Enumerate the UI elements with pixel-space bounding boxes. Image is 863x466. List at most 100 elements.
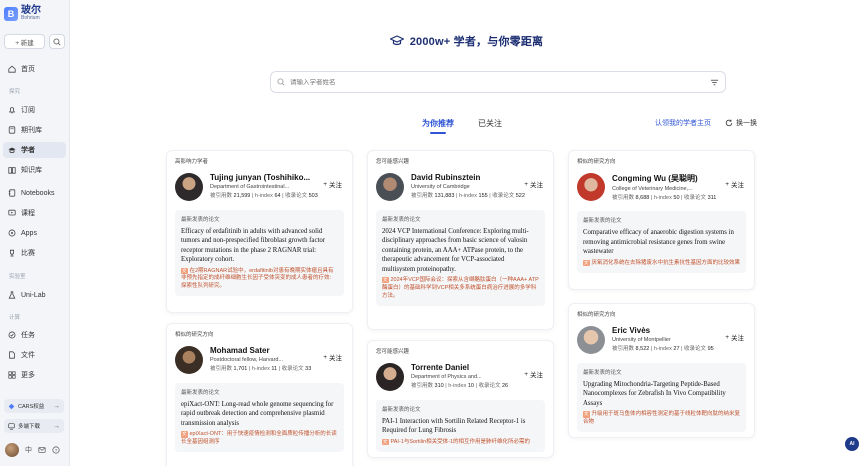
scholar-avatar[interactable] <box>175 173 203 201</box>
scholar-card[interactable]: 您可能感兴趣 Torrente Daniel Department of Phy… <box>367 340 554 458</box>
language-switch[interactable]: 中 <box>25 445 32 455</box>
knowledge-icon <box>8 167 16 174</box>
task-icon <box>8 331 16 339</box>
scholar-affiliation: Postdoctoral fellow, Harvard... <box>210 357 284 363</box>
paper-title: Efficacy of erdafitinib in adults with a… <box>181 228 326 264</box>
latest-paper[interactable]: 最新发表的论文 Upgrading Mitochondria-Targeting… <box>577 363 746 433</box>
ai-assistant-button[interactable]: AI <box>845 437 859 451</box>
sidebar-item-competitions[interactable]: 比赛 <box>3 245 66 261</box>
scholar-name[interactable]: Torrente Daniel <box>411 363 513 372</box>
refresh-icon <box>725 119 733 127</box>
sidebar-item-unilab[interactable]: Uni-Lab <box>3 287 66 303</box>
home-icon <box>8 65 16 73</box>
follow-button[interactable]: + 关注 <box>524 369 543 380</box>
course-icon <box>8 209 16 216</box>
follow-button[interactable]: + 关注 <box>323 352 342 363</box>
scholar-stats: 被引用数 1,701 | h-index 11 | 收录论文 33 <box>210 366 312 372</box>
latest-paper[interactable]: 最新发表的论文 PAI-1 Interaction with Sortilin … <box>376 400 545 452</box>
paper-summary: 文升级用于斑马鱼体内相容性测定的基于线粒体靶向肽的纳米复合物 <box>583 411 741 426</box>
card-tag: 相似的研究方向 <box>175 332 214 338</box>
scholar-affiliation: University of Montpellier <box>612 337 671 343</box>
scholar-avatar[interactable] <box>376 173 404 201</box>
scholar-avatar[interactable] <box>175 346 203 374</box>
sidebar-item-scholars[interactable]: 学者 <box>3 142 66 158</box>
mail-icon[interactable] <box>38 446 46 454</box>
latest-paper[interactable]: 最新发表的论文 epiXact-ONT: Long-read whole gen… <box>175 383 344 453</box>
trophy-icon <box>10 249 14 257</box>
follow-button[interactable]: + 关注 <box>725 332 744 343</box>
follow-button[interactable]: + 关注 <box>725 179 744 190</box>
scholar-name[interactable]: Tujing junyan (Toshihiko... <box>210 173 312 182</box>
brand-logo[interactable]: B 玻尔 Bohrium <box>4 6 41 21</box>
tab-recommended[interactable]: 为你推荐 <box>422 118 454 134</box>
scholar-card[interactable]: 相似的研究方向 Mohamad Sater Postdoctoral fello… <box>166 323 353 466</box>
sidebar-item-files[interactable]: 文件 <box>3 347 66 363</box>
scholar-card[interactable]: 高影响力学者 Tujing junyan (Toshihiko... Depar… <box>166 150 353 313</box>
sidebar-item-journals[interactable]: 期刊库 <box>3 122 66 138</box>
sidebar-item-more[interactable]: 更多 <box>3 367 66 383</box>
paper-summary: 文 2024年VCP国际会议：探索从含缬酪肽蛋白（一种AAA+ ATP酶蛋白）的基… <box>382 276 539 299</box>
more-icon <box>8 371 16 379</box>
app-window: B 玻尔 Bohrium + 新建 首页 探究 订阅 期刊库 学者 知识库 No… <box>0 0 863 466</box>
sidebar: B 玻尔 Bohrium + 新建 首页 探究 订阅 期刊库 学者 知识库 No… <box>0 0 70 466</box>
help-icon[interactable]: ? <box>52 446 60 454</box>
scholar-avatar[interactable] <box>376 363 404 391</box>
sidebar-section-lab: 实验室 <box>9 274 26 280</box>
sidebar-item-label: 课程 <box>21 210 35 217</box>
new-button[interactable]: + 新建 <box>4 34 45 49</box>
scholar-search-input[interactable] <box>290 78 705 86</box>
scholar-stats: 被引用数 8,688 | h-index 50 | 收录论文 311 <box>612 195 717 201</box>
sidebar-item-label: 知识库 <box>21 167 42 174</box>
refresh-button[interactable]: 换一换 <box>725 118 757 128</box>
filter-icon[interactable] <box>710 78 719 87</box>
latest-paper[interactable]: 最新发表的论文 2024 VCP International Conferenc… <box>376 210 545 306</box>
sidebar-item-label: 首页 <box>21 66 35 73</box>
scholar-card[interactable]: 相似的研究方向 Eric Vivès University of Montpel… <box>568 303 755 438</box>
sidebar-item-tasks[interactable]: 任务 <box>3 327 66 343</box>
multi-device-download-button[interactable]: 多端下载 → <box>4 419 64 433</box>
translate-icon: 文 <box>181 267 188 275</box>
sidebar-item-courses[interactable]: 课程 <box>3 205 66 221</box>
follow-button[interactable]: + 关注 <box>323 179 342 190</box>
scholar-icon <box>8 147 16 153</box>
scholar-name[interactable]: Mohamad Sater <box>210 346 312 355</box>
follow-button[interactable]: + 关注 <box>524 179 543 190</box>
arrow-right-icon: → <box>53 422 60 430</box>
sidebar-item-label: 文件 <box>21 352 35 359</box>
scholar-avatar[interactable] <box>577 173 605 201</box>
cars-benefits-button[interactable]: CARS权益 → <box>4 399 64 413</box>
scholar-name[interactable]: Congming Wu (吴聪明) <box>612 173 714 184</box>
sidebar-item-subscribe[interactable]: 订阅 <box>3 102 66 118</box>
scholar-tabs: 为你推荐 已关注 <box>422 118 502 134</box>
scholar-stats: 被引用数 21,599 | h-index 64 | 收录论文 503 <box>210 193 318 199</box>
scholar-card[interactable]: 相似的研究方向 Congming Wu (吴聪明) College of Vet… <box>568 150 755 290</box>
user-avatar[interactable] <box>5 443 19 457</box>
latest-paper[interactable]: 最新发表的论文 Comparative efficacy of anaerobi… <box>577 211 746 273</box>
translate-icon: 文 <box>583 411 590 418</box>
notebook-icon <box>8 189 16 197</box>
scholar-card[interactable]: 您可能感兴趣 David Rubinsztein University of C… <box>367 150 554 330</box>
latest-paper[interactable]: 最新发表的论文 Efficacy of erdafitinib in adult… <box>175 210 344 297</box>
sidebar-item-label: 更多 <box>21 372 35 379</box>
search-icon <box>53 37 61 46</box>
sidebar-bottom-bar: 中 ? <box>5 443 60 457</box>
page-title: 2000w+ 学者，与你零距离 <box>409 36 544 48</box>
claim-profile-link[interactable]: 认领我的学者主页 <box>655 118 711 128</box>
tab-following[interactable]: 已关注 <box>478 118 502 129</box>
paper-title: Comparative efficacy of anaerobic digest… <box>583 229 734 256</box>
scholar-avatar[interactable] <box>577 326 605 354</box>
sidebar-item-knowledge[interactable]: 知识库 <box>3 162 66 178</box>
sidebar-item-label: 订阅 <box>21 107 35 114</box>
paper-summary: 文厌氧消化系统在去除猪废水中抗生素抗性基因方面的比较效果 <box>583 259 741 267</box>
sidebar-item-label: 学者 <box>21 147 35 154</box>
sidebar-item-home[interactable]: 首页 <box>3 61 66 77</box>
scholar-name[interactable]: Eric Vivès <box>612 326 714 335</box>
brand-name-en: Bohrium <box>21 15 40 21</box>
scholar-name[interactable]: David Rubinsztein <box>411 173 513 182</box>
sidebar-search-button[interactable] <box>49 34 65 49</box>
plus-icon: + <box>323 180 327 188</box>
sidebar-item-apps[interactable]: Apps <box>3 225 66 241</box>
sidebar-item-notebooks[interactable]: Notebooks <box>3 185 66 201</box>
paper-summary: 文 PAI-1与Sortilin相关受体-1的相互作用是肺纤维化所必需的 <box>382 438 531 446</box>
paper-title: PAI-1 Interaction with Sortilin Related … <box>382 418 526 435</box>
